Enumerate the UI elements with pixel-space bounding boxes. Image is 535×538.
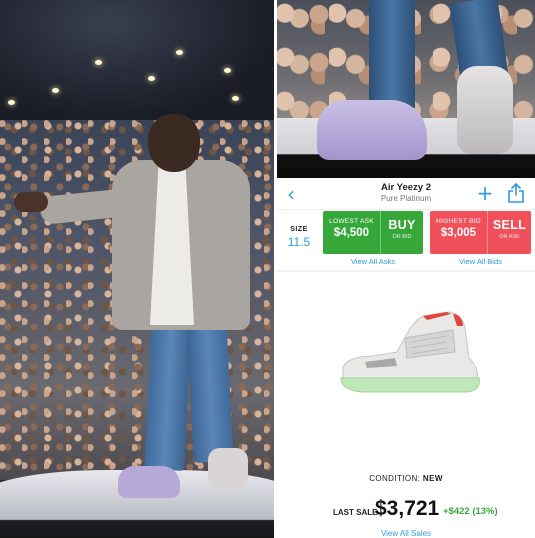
lowest-ask-block: LOWEST ASK $4,500	[323, 211, 380, 254]
stage-photo	[0, 0, 274, 538]
title-block: Air Yeezy 2 Pure Platinum	[337, 182, 475, 204]
or-ask-label: OR ASK	[499, 234, 520, 240]
highest-bid-caption: HIGHEST BID	[436, 218, 481, 225]
ceiling-light	[148, 76, 155, 81]
view-all-bids-link[interactable]: View All Bids	[430, 257, 531, 266]
sneaker-right	[208, 448, 248, 488]
sneaker-closeup-photo	[277, 0, 535, 178]
sneaker-left	[118, 466, 180, 498]
ceiling-light	[52, 88, 59, 93]
lowest-ask-caption: LOWEST ASK	[329, 218, 374, 225]
sell-action-block: SELL OR ASK	[488, 211, 531, 254]
ceiling-light	[224, 68, 231, 73]
sneaker-right	[457, 66, 513, 154]
product-title: Air Yeezy 2	[380, 182, 431, 193]
share-icon[interactable]	[507, 183, 525, 203]
last-sale-label: LAST SALE	[333, 508, 378, 517]
product-screen: ‹ Air Yeezy 2 Pure Platinum + SIZE 11.5 …	[277, 178, 535, 538]
sell-button[interactable]: HIGHEST BID $3,005 SELL OR ASK	[430, 211, 531, 254]
or-bid-label: OR BID	[392, 234, 412, 240]
highest-bid-block: HIGHEST BID $3,005	[430, 211, 487, 254]
buy-button[interactable]: LOWEST ASK $4,500 BUY OR BID	[323, 211, 423, 254]
ceiling-light	[176, 50, 183, 55]
chevron-left-icon[interactable]: ‹	[281, 184, 301, 204]
lowest-ask-price: $4,500	[333, 227, 370, 239]
ceiling-light	[95, 60, 102, 65]
hand	[14, 192, 48, 212]
buy-action-block: BUY OR BID	[381, 211, 423, 254]
product-subtitle: Pure Platinum	[380, 194, 432, 203]
last-sale-change: +$422 (13%)	[443, 506, 498, 517]
ceiling-light	[232, 96, 239, 101]
app-header: ‹ Air Yeezy 2 Pure Platinum +	[277, 178, 535, 210]
divider	[277, 270, 535, 272]
buy-label: BUY	[388, 218, 416, 232]
sell-label: SELL	[492, 218, 527, 232]
plus-icon[interactable]: +	[475, 183, 495, 203]
size-label: SIZE	[290, 226, 308, 233]
highest-bid-price: $3,005	[440, 227, 477, 239]
product-image	[340, 311, 480, 393]
size-selector[interactable]: SIZE 11.5	[283, 226, 315, 249]
ceiling	[0, 0, 274, 120]
jeans-left-leg	[144, 321, 192, 471]
jeans-right-leg	[186, 321, 234, 463]
condition-value: NEW	[422, 474, 443, 483]
view-all-asks-link[interactable]: View All Asks	[323, 257, 423, 266]
last-sale-price: $3,721	[375, 497, 440, 520]
view-all-sales-link[interactable]: View All Sales	[277, 529, 535, 538]
jeans-left-leg	[369, 0, 415, 108]
sneaker-left	[317, 100, 427, 160]
condition-label: CONDITION:	[369, 474, 421, 483]
head	[148, 114, 200, 172]
ceiling-light	[8, 100, 15, 105]
size-value: 11.5	[287, 235, 311, 249]
condition-line: CONDITION: NEW	[277, 474, 535, 483]
